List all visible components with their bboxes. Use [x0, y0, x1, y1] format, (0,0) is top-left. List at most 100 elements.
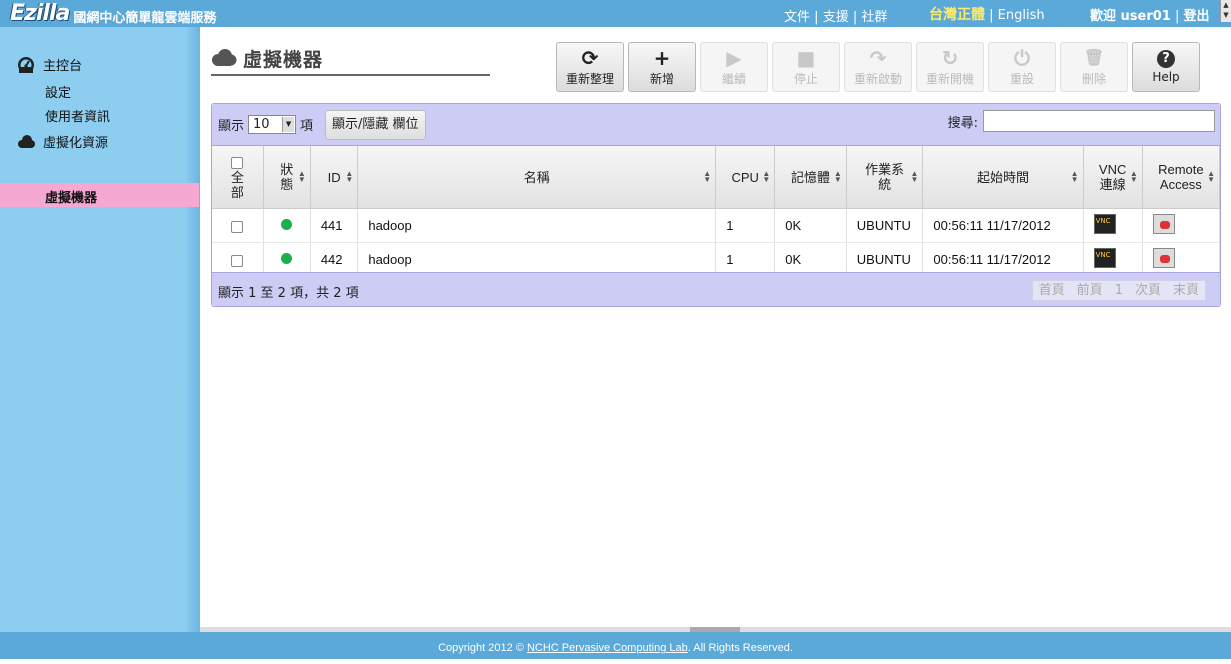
sidebar: 主控台 設定 使用者資訊 虛擬化資源 虛擬機器 — [0, 27, 200, 632]
page-length-value: 10 — [253, 117, 270, 132]
redo-arrow-icon: ↷ — [869, 45, 887, 70]
restart-button[interactable]: ↷ 重新啟動 — [844, 42, 912, 92]
plus-icon: + — [653, 45, 671, 70]
remote-access-icon[interactable] — [1152, 248, 1175, 268]
button-label: 停止 — [793, 71, 818, 86]
column-label: VNC 連線 — [1098, 162, 1127, 192]
language-switch: 台灣正體 | English — [929, 4, 1045, 24]
col-select-all[interactable]: 全部 — [212, 146, 264, 209]
page-title-text: 虛擬機器 — [243, 48, 324, 71]
lang-english-link[interactable]: English — [998, 8, 1045, 23]
resume-button[interactable]: ▶ 繼續 — [700, 42, 768, 92]
row-checkbox[interactable] — [230, 254, 243, 267]
col-cpu[interactable]: CPU ▲ ▼ — [715, 146, 776, 209]
show-label: 顯示 — [218, 119, 245, 134]
column-label: 起始時間 — [976, 169, 1029, 185]
docs-link[interactable]: 文件 — [784, 10, 810, 25]
dashboard-icon — [18, 56, 34, 73]
sort-icon: ▲ ▼ — [1207, 169, 1215, 184]
col-remote-access[interactable]: Remote Access ▲ ▼ — [1142, 146, 1221, 209]
column-visibility-button[interactable]: 顯示/隱藏 欄位 — [325, 110, 426, 140]
sidebar-item-settings[interactable]: 設定 — [45, 82, 71, 101]
button-label: 繼續 — [721, 71, 746, 86]
site-title: 國網中心簡單龍雲端服務 — [73, 10, 217, 26]
prev-page-button[interactable]: 前頁 — [1071, 281, 1109, 300]
column-label: Remote Access — [1158, 162, 1204, 192]
button-label: 刪除 — [1081, 71, 1106, 86]
sidebar-item-user-info[interactable]: 使用者資訊 — [45, 106, 110, 125]
cpu-cell: 1 — [715, 208, 776, 243]
reload-icon: ↻ — [941, 45, 959, 70]
help-button[interactable]: ? Help — [1132, 42, 1200, 92]
pagination: 首頁 前頁 1 次頁 末頁 — [1031, 280, 1206, 301]
row-select-cell — [212, 208, 264, 243]
trash-icon: 🗑 — [1083, 47, 1105, 67]
vnc-icon[interactable] — [1093, 248, 1116, 268]
main-content: 虛擬機器 ⟳ 重新整理 + 新增 ▶ 繼續 ■ 停止 ↷ 重新啟動 ↻ 重新開機… — [200, 27, 1231, 632]
sidebar-item-virtualization[interactable]: 虛擬化資源 — [17, 132, 108, 151]
user-area: 歡迎 user01 | 登出 — [1090, 5, 1210, 24]
last-page-button[interactable]: 末頁 — [1167, 281, 1205, 300]
logo[interactable]: Ezilla 國網中心簡單龍雲端服務 — [10, 0, 217, 26]
page-length-select[interactable]: 10 ▼ — [248, 115, 297, 134]
os-cell: UBUNTU — [846, 208, 924, 243]
sort-icon: ▲ ▼ — [833, 169, 842, 184]
button-label: 重新開機 — [925, 71, 974, 86]
column-label: CPU — [731, 169, 759, 185]
table-row[interactable]: 441 hadoop 1 0K UBUNTU 00:56:11 11/17/20… — [212, 208, 1221, 243]
sort-icon: ▲ ▼ — [345, 169, 354, 184]
scroll-arrow-icon[interactable]: ▲ ▼ — [1220, 0, 1231, 22]
reboot-button[interactable]: ↻ 重新開機 — [916, 42, 984, 92]
next-page-button[interactable]: 次頁 — [1129, 281, 1167, 300]
col-name[interactable]: 名稱 ▲ ▼ — [357, 146, 717, 209]
logout-link[interactable]: 登出 — [1184, 9, 1210, 24]
stop-button[interactable]: ■ 停止 — [772, 42, 840, 92]
table-footer: 顯示 1 至 2 項，共 2 項 首頁 前頁 1 次頁 末頁 — [212, 272, 1220, 306]
page-number-button[interactable]: 1 — [1109, 281, 1129, 300]
add-button[interactable]: + 新增 — [628, 42, 696, 92]
help-icon: ? — [1157, 50, 1175, 68]
separator: | — [814, 10, 819, 25]
col-vnc[interactable]: VNC 連線 ▲ ▼ — [1083, 146, 1143, 209]
support-link[interactable]: 支援 — [823, 10, 849, 25]
copyright-suffix: . All Rights Reserved. — [687, 642, 793, 654]
cloud-icon — [212, 49, 237, 66]
col-memory[interactable]: 記憶體 ▲ ▼ — [774, 146, 847, 209]
sidebar-item-dashboard[interactable]: 主控台 — [17, 55, 82, 74]
column-label: 作業系統 — [865, 162, 905, 192]
reset-button[interactable]: ⏻ 重設 — [988, 42, 1056, 92]
col-start-time[interactable]: 起始時間 ▲ ▼ — [922, 146, 1084, 209]
items-label: 項 — [300, 119, 314, 134]
button-label: 重設 — [1009, 71, 1034, 86]
top-links: 文件 | 支援 | 社群 — [784, 6, 887, 25]
col-id[interactable]: ID ▲ ▼ — [310, 146, 359, 209]
cloud-icon — [18, 134, 35, 148]
toolbar: ⟳ 重新整理 + 新增 ▶ 繼續 ■ 停止 ↷ 重新啟動 ↻ 重新開機 ⏻ 重設… — [556, 42, 1200, 92]
col-status[interactable]: 狀態 ▲ ▼ — [263, 146, 311, 209]
chevron-down-icon: ▼ — [282, 117, 295, 132]
table-controls: 顯示 10 ▼ 項 顯示/隱藏 欄位 搜尋: — [212, 104, 1220, 146]
button-label: 重新整理 — [565, 71, 614, 86]
refresh-button[interactable]: ⟳ 重新整理 — [556, 42, 624, 92]
sidebar-item-virtual-machines[interactable]: 虛擬機器 — [0, 183, 199, 207]
community-link[interactable]: 社群 — [861, 10, 887, 25]
col-os[interactable]: 作業系統 ▲ ▼ — [846, 146, 924, 209]
remote-access-cell — [1142, 208, 1221, 243]
vnc-icon[interactable] — [1093, 214, 1116, 234]
delete-button[interactable]: 🗑 刪除 — [1060, 42, 1128, 92]
row-checkbox[interactable] — [230, 220, 243, 233]
remote-access-icon[interactable] — [1152, 214, 1175, 234]
nchc-lab-link[interactable]: NCHC Pervasive Computing Lab — [527, 642, 688, 654]
lang-zh-tw-link[interactable]: 台灣正體 — [929, 7, 985, 23]
search-input[interactable] — [983, 110, 1215, 132]
button-label: 重新啟動 — [853, 71, 902, 86]
separator: | — [852, 10, 858, 25]
logo-mark: Ezilla — [10, 0, 70, 26]
select-all-checkbox[interactable] — [231, 157, 244, 170]
sort-icon: ▲ ▼ — [1129, 169, 1138, 184]
play-icon: ▶ — [726, 45, 742, 70]
first-page-button[interactable]: 首頁 — [1033, 281, 1071, 300]
name-cell: hadoop — [357, 208, 717, 243]
search-box: 搜尋: — [948, 110, 1215, 132]
column-label: 狀態 — [280, 162, 294, 192]
